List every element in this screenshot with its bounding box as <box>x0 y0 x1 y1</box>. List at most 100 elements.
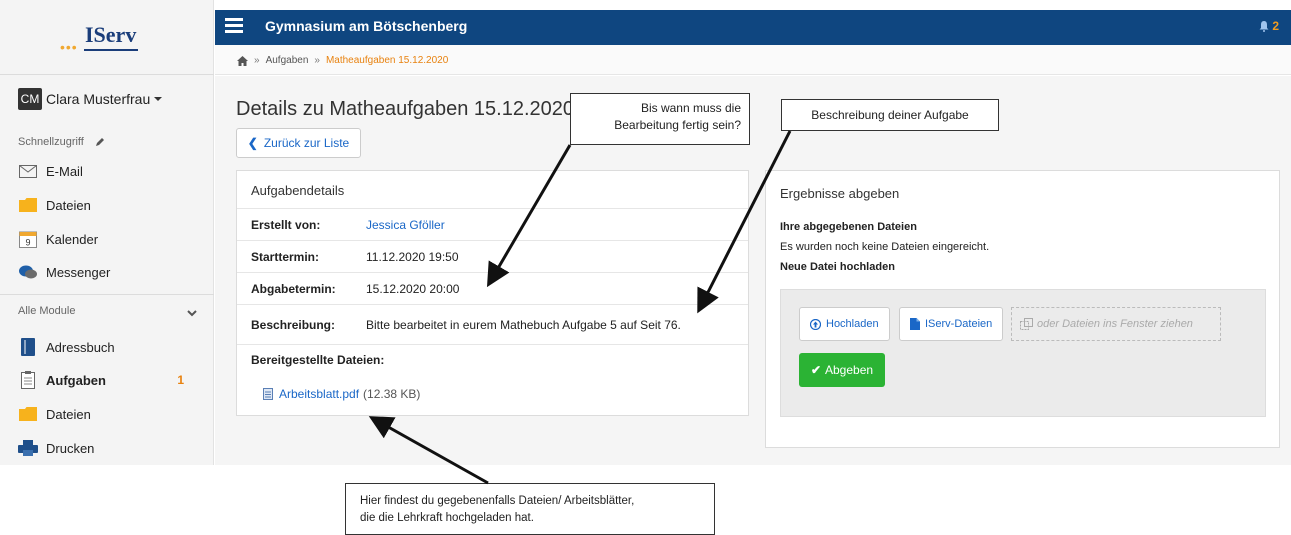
chat-icon <box>18 263 38 281</box>
file-size: (12.38 KB) <box>363 387 421 401</box>
submit-button[interactable]: ✔ Abgeben <box>799 353 885 387</box>
detail-key: Starttermin: <box>251 249 320 264</box>
deadline-date: 15.12.2020 20:00 <box>366 281 460 296</box>
notifications-button[interactable]: 2 <box>1259 19 1279 33</box>
sidebar-item-label: Aufgaben <box>46 372 106 388</box>
back-to-list-button[interactable]: ❮ Zurück zur Liste <box>236 128 361 158</box>
sidebar-item-label: Dateien <box>46 406 91 422</box>
detail-row-author: Erstellt von: Jessica Gföller <box>237 209 748 241</box>
envelope-icon <box>18 162 38 180</box>
back-to-list-label: Zurück zur Liste <box>263 136 350 150</box>
task-details-panel: Aufgabendetails Erstellt von: Jessica Gf… <box>236 170 749 416</box>
all-modules-label[interactable]: Alle Module <box>18 305 75 317</box>
logo-dots: ••• <box>60 39 78 55</box>
breadcrumb-tasks[interactable]: Aufgaben <box>266 55 309 66</box>
all-modules-text: Alle Module <box>18 305 76 317</box>
address-book-icon <box>18 338 38 356</box>
sidebar-item-label: Messenger <box>46 264 111 280</box>
breadcrumb: » Aufgaben » Matheaufgaben 15.12.2020 <box>215 45 1291 75</box>
calendar-icon: 9 <box>18 230 38 248</box>
no-files-text: Es wurden noch keine Dateien eingereicht… <box>780 241 990 253</box>
upload-button[interactable]: Hochladen <box>799 307 890 341</box>
sidebar-item-files[interactable]: Dateien <box>18 194 198 216</box>
sidebar-item-email[interactable]: E-Mail <box>18 160 198 182</box>
sidebar-item-label: E-Mail <box>46 163 83 179</box>
drop-zone[interactable]: oder Dateien ins Fenster ziehen <box>1011 307 1221 341</box>
pencil-icon[interactable] <box>94 136 106 148</box>
hamburger-menu-icon[interactable] <box>225 18 243 33</box>
caret-down-icon <box>154 97 163 101</box>
folder-icon <box>18 405 38 423</box>
chevron-left-icon: ❮ <box>247 136 258 150</box>
provided-files-label: Bereitgestellte Dateien: <box>251 353 385 367</box>
detail-row-start: Starttermin: 11.12.2020 19:50 <box>237 241 748 273</box>
deadline-callout: Bis wann muss die Bearbeitung fertig sei… <box>570 93 750 145</box>
logo-underline <box>84 49 138 51</box>
task-description: Bitte bearbeitet in eurem Mathebuch Aufg… <box>366 317 681 332</box>
upload-area: Hochladen IServ-Dateien oder Dateien ins… <box>780 289 1266 417</box>
sidebar-item-label: Drucken <box>46 440 95 456</box>
school-name: Gymnasium am Bötschenberg <box>265 18 468 34</box>
divider <box>0 294 214 295</box>
submit-results-heading: Ergebnisse abgeben <box>780 186 900 201</box>
start-date: 11.12.2020 19:50 <box>366 249 459 264</box>
author-link[interactable]: Jessica Gföller <box>366 218 445 232</box>
sidebar-item-files-module[interactable]: Dateien <box>18 403 198 425</box>
files-callout: Hier findest du gegebenenfalls Dateien/ … <box>345 483 715 535</box>
detail-row-description: Beschreibung: Bitte bearbeitet in eurem … <box>237 305 748 345</box>
detail-key: Beschreibung: <box>251 317 336 332</box>
submit-results-panel: Ergebnisse abgeben Ihre abgegebenen Date… <box>765 170 1280 448</box>
svg-text:9: 9 <box>25 238 30 248</box>
quick-access-label: Schnellzugriff <box>18 136 106 148</box>
file-item: Arbeitsblatt.pdf (12.38 KB) <box>263 387 734 401</box>
iserv-files-button[interactable]: IServ-Dateien <box>899 307 1004 341</box>
file-icon <box>910 318 920 330</box>
files-callout-line2: die die Lehrkraft hochgeladen hat. <box>360 512 534 524</box>
sidebar-item-messenger[interactable]: Messenger <box>18 261 198 283</box>
avatar: CM <box>18 88 42 110</box>
divider <box>0 74 214 75</box>
sidebar-item-addressbook[interactable]: Adressbuch <box>18 336 198 358</box>
home-icon[interactable] <box>237 55 248 66</box>
detail-row-deadline: Abgabetermin: 15.12.2020 20:00 <box>237 273 748 305</box>
pdf-file-icon <box>263 388 273 400</box>
sidebar-item-tasks[interactable]: Aufgaben 1 <box>18 369 198 391</box>
sidebar-item-label: Dateien <box>46 197 91 213</box>
quick-access-text: Schnellzugriff <box>18 136 84 148</box>
top-navigation-bar: Gymnasium am Bötschenberg 2 <box>215 10 1291 45</box>
copy-icon <box>1020 318 1033 330</box>
iserv-logo[interactable]: ••• IServ <box>60 22 140 55</box>
sidebar-item-print[interactable]: Drucken <box>18 437 198 459</box>
submitted-files-label: Ihre abgegebenen Dateien <box>780 221 917 233</box>
tasks-count-badge: 1 <box>177 373 184 387</box>
folder-icon <box>18 196 38 214</box>
bell-icon <box>1259 20 1269 32</box>
upload-button-label: Hochladen <box>826 318 879 330</box>
file-link[interactable]: Arbeitsblatt.pdf <box>279 387 359 401</box>
sidebar-item-calendar[interactable]: 9 Kalender <box>18 228 198 250</box>
sidebar: ••• IServ CM Clara Musterfrau Schnellzug… <box>0 0 214 465</box>
deadline-callout-line2: Bearbeitung fertig sein? <box>614 118 741 132</box>
detail-key: Erstellt von: <box>251 217 321 232</box>
files-callout-line1: Hier findest du gegebenenfalls Dateien/ … <box>360 495 635 507</box>
logo-text: IServ <box>85 22 137 47</box>
breadcrumb-separator: » <box>314 55 320 66</box>
drop-zone-hint: oder Dateien ins Fenster ziehen <box>1037 318 1193 330</box>
breadcrumb-separator: » <box>254 55 260 66</box>
provided-files: Bereitgestellte Dateien: Arbeitsblatt.pd… <box>237 345 748 409</box>
deadline-callout-line1: Bis wann muss die <box>640 101 741 115</box>
description-callout: Beschreibung deiner Aufgabe <box>781 99 999 131</box>
page-title: Details zu Matheaufgaben 15.12.2020 <box>236 98 575 120</box>
checkmark-icon: ✔ <box>810 363 821 377</box>
breadcrumb-current[interactable]: Matheaufgaben 15.12.2020 <box>326 55 448 66</box>
user-menu[interactable]: CM Clara Musterfrau <box>18 88 163 110</box>
sidebar-item-label: Kalender <box>46 231 99 247</box>
task-details-heading: Aufgabendetails <box>237 171 748 209</box>
user-name: Clara Musterfrau <box>46 91 151 107</box>
upload-new-file-label: Neue Datei hochladen <box>780 261 895 273</box>
printer-icon <box>18 439 38 457</box>
clipboard-icon <box>18 371 38 389</box>
submit-button-label: Abgeben <box>825 363 874 377</box>
detail-key: Abgabetermin: <box>251 281 336 296</box>
chevron-down-icon[interactable] <box>187 308 197 318</box>
